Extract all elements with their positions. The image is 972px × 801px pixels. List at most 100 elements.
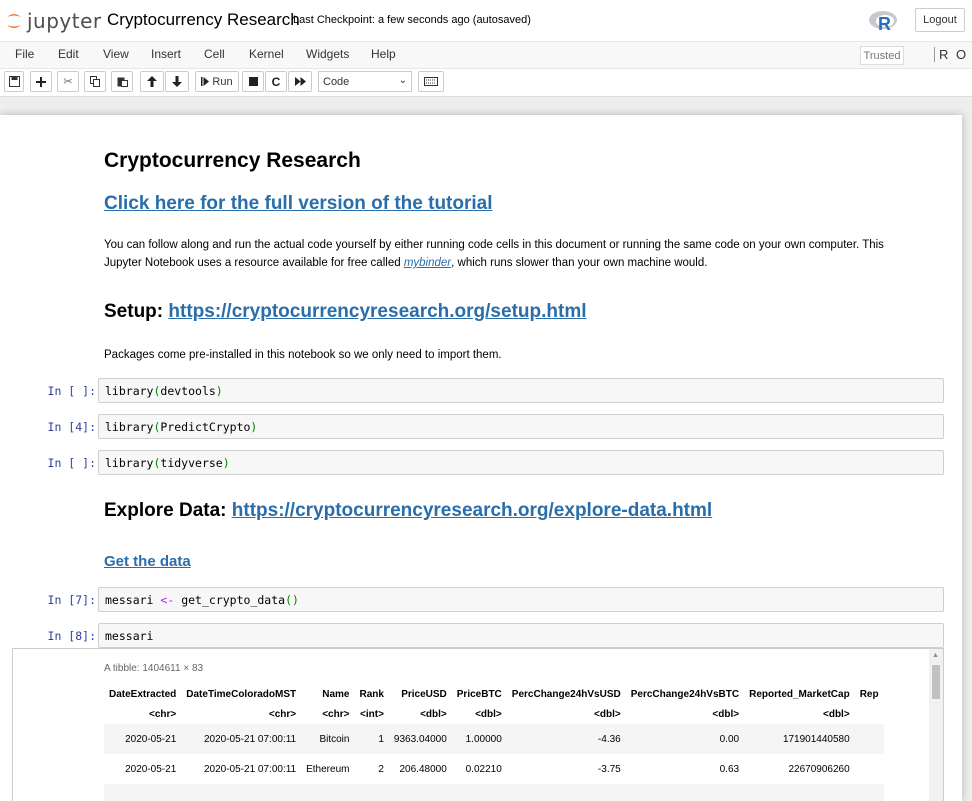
jupyter-logo[interactable]: jupyter <box>6 8 102 34</box>
run-button[interactable]: Run <box>195 71 239 92</box>
tibble-dimensions: A tibble: 1404611 × 83 <box>104 663 204 674</box>
code-cell-devtools[interactable]: library(devtools) <box>98 378 944 403</box>
menu-insert[interactable]: Insert <box>151 47 181 61</box>
table-cell: -3.75 <box>506 754 626 784</box>
table-cell <box>854 754 884 784</box>
arrow-down-icon <box>172 76 182 87</box>
toolbar: ✂ Run C Code ⌄ <box>0 69 972 97</box>
column-header: PercChange24hVsUSD <box>511 688 621 700</box>
checkpoint-status: Last Checkpoint: a few seconds ago (auto… <box>293 14 531 26</box>
column-type: <dbl> <box>420 708 447 720</box>
plus-icon <box>36 76 46 87</box>
trusted-indicator[interactable]: Trusted <box>860 46 904 65</box>
cell-prompt: In [ ]: <box>47 456 96 470</box>
code-cell-messari[interactable]: messari <box>98 623 944 648</box>
scrollbar-thumb[interactable] <box>932 665 940 699</box>
column-type: <chr> <box>322 708 350 720</box>
copy-button[interactable] <box>84 71 106 92</box>
table-type-row: <chr> <chr> <chr> <int> <dbl> <dbl> <dbl… <box>104 704 884 724</box>
save-icon <box>8 76 20 87</box>
menu-file[interactable]: File <box>15 47 34 61</box>
cell-type-value: Code <box>323 75 350 88</box>
code-arg: devtools <box>160 384 216 398</box>
restart-run-all-button[interactable] <box>288 71 312 92</box>
table-cell: 0.02210 <box>451 754 507 784</box>
output-scrollbar[interactable]: ▲ <box>929 649 943 801</box>
jupyter-wordmark: jupyter <box>27 9 102 33</box>
column-header: PriceBTC <box>456 688 502 700</box>
column-type: <chr> <box>268 708 297 720</box>
column-header: PercChange24hVsBTC <box>630 688 740 700</box>
table-cell <box>854 724 884 754</box>
column-type <box>855 704 884 724</box>
table-cell: 171901440580 <box>744 724 855 754</box>
notebook-header: jupyter Cryptocurrency Research Last Che… <box>0 0 972 41</box>
table-cell: Bitcoin <box>301 724 355 754</box>
menu-widgets[interactable]: Widgets <box>306 47 349 61</box>
table-cell: 1.00000 <box>451 724 507 754</box>
explore-heading: Explore Data: https://cryptocurrencyrese… <box>104 500 712 522</box>
move-up-button[interactable] <box>140 71 164 92</box>
column-type: <int> <box>360 708 384 720</box>
intro-paragraph: You can follow along and run the actual … <box>104 236 924 272</box>
menu-help[interactable]: Help <box>371 47 396 61</box>
svg-text:R: R <box>878 14 891 33</box>
table-cell: 2020-05-21 <box>104 724 182 754</box>
restart-button[interactable]: C <box>265 71 287 92</box>
table-cell <box>104 784 884 801</box>
cell-prompt: In [7]: <box>47 593 96 607</box>
logout-button[interactable]: Logout <box>915 8 965 32</box>
cell-type-select[interactable]: Code ⌄ <box>318 71 412 92</box>
column-type: <chr> <box>149 708 177 720</box>
table-cell: 2020-05-21 <box>104 754 182 784</box>
copy-icon <box>89 76 100 87</box>
code-func: library <box>105 384 154 398</box>
command-palette-button[interactable] <box>418 71 444 92</box>
cut-button[interactable]: ✂ <box>57 71 79 92</box>
intro-text-2: , which runs slower than your own machin… <box>451 257 708 269</box>
move-down-button[interactable] <box>165 71 189 92</box>
menu-view[interactable]: View <box>103 47 129 61</box>
table-cell: 206.48000 <box>388 754 452 784</box>
code-func: library <box>105 420 154 434</box>
run-label: Run <box>212 75 233 88</box>
code-var: messari <box>105 593 154 607</box>
column-header: DateExtracted <box>109 688 177 700</box>
explore-link[interactable]: https://cryptocurrencyresearch.org/explo… <box>232 500 712 521</box>
setup-heading-label: Setup: <box>104 301 169 322</box>
scroll-up-icon[interactable]: ▲ <box>932 652 939 659</box>
get-data-link[interactable]: Get the data <box>104 553 191 570</box>
table-header-row: DateExtracted DateTimeColoradoMST Name R… <box>104 684 884 704</box>
column-header: DateTimeColoradoMST <box>186 688 297 700</box>
menu-cell[interactable]: Cell <box>204 47 225 61</box>
menu-kernel[interactable]: Kernel <box>249 47 284 61</box>
code-arg: tidyverse <box>160 456 223 470</box>
table-row: 2020-05-21 2020-05-21 07:00:11 Ethereum … <box>104 754 884 784</box>
code-cell-get-data[interactable]: messari <- get_crypto_data() <box>98 587 944 612</box>
restart-icon: C <box>271 74 281 89</box>
run-icon <box>201 77 210 86</box>
insert-cell-button[interactable] <box>30 71 52 92</box>
notebook-name[interactable]: Cryptocurrency Research <box>107 10 300 30</box>
tutorial-link[interactable]: Click here for the full version of the t… <box>104 193 493 215</box>
paste-button[interactable] <box>111 71 133 92</box>
arrow-up-icon <box>147 76 157 87</box>
table-cell: 22670906260 <box>744 754 855 784</box>
menu-edit[interactable]: Edit <box>58 47 79 61</box>
save-button[interactable] <box>4 71 24 92</box>
column-header: Rank <box>359 688 384 700</box>
interrupt-button[interactable] <box>242 71 264 92</box>
code-cell-predictcrypto[interactable]: library(PredictCrypto) <box>98 414 944 439</box>
setup-text: Packages come pre-installed in this note… <box>104 349 502 361</box>
cell-output[interactable]: A tibble: 1404611 × 83 DateExtracted Dat… <box>12 648 944 801</box>
data-table: DateExtracted DateTimeColoradoMST Name R… <box>104 684 884 801</box>
column-type: <dbl> <box>823 708 850 720</box>
setup-heading: Setup: https://cryptocurrencyresearch.or… <box>104 301 587 323</box>
table-cell: 2020-05-21 07:00:11 <box>181 724 302 754</box>
mybinder-link[interactable]: mybinder <box>404 257 451 269</box>
column-type: <dbl> <box>475 708 502 720</box>
setup-link[interactable]: https://cryptocurrencyresearch.org/setup… <box>168 301 586 322</box>
code-cell-tidyverse[interactable]: library(tidyverse) <box>98 450 944 475</box>
chevron-down-icon: ⌄ <box>398 75 407 86</box>
table-row <box>104 784 884 801</box>
